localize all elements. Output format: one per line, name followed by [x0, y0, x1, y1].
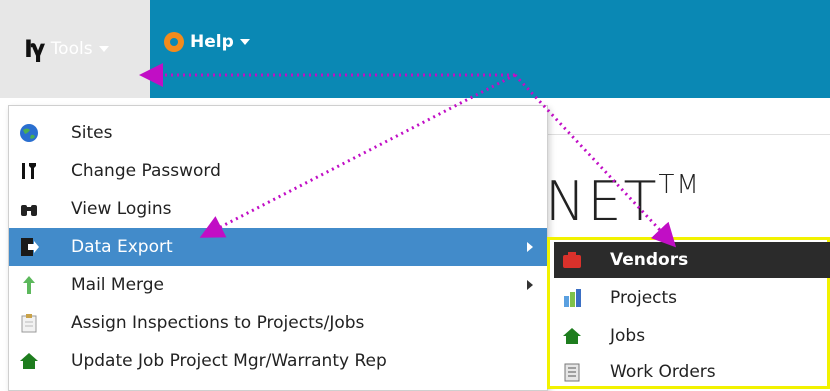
menu-item-update-job-project-mgr[interactable]: Update Job Project Mgr/Warranty Rep: [9, 342, 547, 380]
chevron-down-icon: [239, 39, 250, 45]
submenu-item-label: Vendors: [610, 250, 689, 270]
submenu-item-vendors[interactable]: Vendors: [554, 242, 830, 278]
tools-menu-button[interactable]: I𝛄 Tools: [0, 0, 150, 98]
tools-icon: I𝛄: [24, 35, 45, 63]
submenu-item-label: Jobs: [610, 326, 646, 346]
vendors-icon: [563, 252, 581, 268]
submenu-item-projects[interactable]: Projects: [554, 280, 830, 316]
menu-item-label: Data Export: [71, 237, 173, 257]
menu-item-sites[interactable]: Sites: [9, 114, 547, 152]
menu-item-label: View Logins: [71, 199, 172, 219]
menu-item-label: Change Password: [71, 161, 221, 181]
data-export-submenu: Vendors Projects Jobs Work Orders: [547, 237, 830, 389]
mail-merge-icon: [23, 276, 35, 294]
tools-label: Tools: [50, 39, 93, 59]
help-label: Help: [190, 32, 234, 52]
tools-icon: [22, 163, 36, 179]
help-menu-button[interactable]: Help: [164, 32, 250, 52]
menu-item-assign-inspections[interactable]: Assign Inspections to Projects/Jobs: [9, 304, 547, 342]
menu-item-label: Mail Merge: [71, 275, 165, 295]
clipboard-icon: [21, 314, 37, 333]
menu-item-view-logins[interactable]: View Logins: [9, 190, 547, 228]
menu-item-label: Assign Inspections to Projects/Jobs: [71, 313, 365, 333]
page-title: NETTM: [545, 170, 701, 233]
submenu-item-jobs[interactable]: Jobs: [554, 318, 830, 354]
house-icon: [20, 353, 38, 369]
chevron-right-icon: [527, 242, 533, 252]
submenu-item-label: Projects: [610, 288, 678, 308]
chevron-right-icon: [527, 280, 533, 290]
menu-item-label: Update Job Project Mgr/Warranty Rep: [71, 351, 387, 371]
lifebuoy-icon: [164, 32, 184, 52]
menu-item-data-export[interactable]: Data Export: [9, 228, 547, 266]
projects-icon: [564, 289, 581, 307]
menu-item-label: Sites: [71, 123, 113, 143]
divider: [545, 134, 830, 135]
trademark: TM: [658, 170, 701, 200]
tools-dropdown-menu: Sites Change Password View Logins Data E…: [8, 105, 548, 391]
submenu-item-label: Work Orders: [610, 362, 716, 382]
binoculars-icon: [21, 205, 37, 216]
house-icon: [563, 328, 581, 344]
globe-icon: [20, 124, 38, 142]
menu-item-mail-merge[interactable]: Mail Merge: [9, 266, 547, 304]
work-orders-icon: [564, 363, 580, 382]
top-navbar: I𝛄 Tools Help: [0, 0, 830, 98]
chevron-down-icon: [98, 46, 109, 52]
menu-item-change-password[interactable]: Change Password: [9, 152, 547, 190]
export-icon: [21, 238, 39, 256]
submenu-item-work-orders[interactable]: Work Orders: [554, 354, 830, 390]
